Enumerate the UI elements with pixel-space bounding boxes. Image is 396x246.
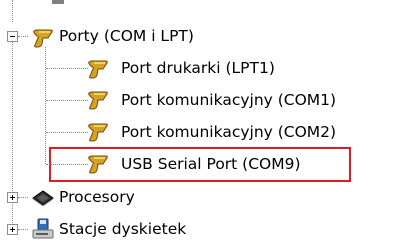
tree-line-ports-children	[45, 47, 46, 164]
port-icon	[85, 118, 111, 144]
expand-processors-toggle[interactable]	[7, 192, 18, 203]
floppy-drive-icon	[30, 216, 56, 242]
tree-line-port-1	[46, 68, 88, 69]
partial-item-icon	[44, 0, 70, 10]
tree-line-ports	[18, 36, 28, 37]
tree-line-port-3	[46, 132, 88, 133]
tree-line-floppy	[18, 229, 28, 230]
tree-item-label: Stacje dyskietek	[59, 220, 187, 238]
tree-line-processors	[18, 197, 28, 198]
port-icon	[85, 150, 111, 176]
tree-item-label: Port komunikacyjny (COM2)	[121, 123, 337, 141]
tree-line-port-2	[46, 100, 88, 101]
collapse-ports-toggle[interactable]	[7, 31, 18, 42]
tree-item-label: Port drukarki (LPT1)	[121, 59, 275, 77]
port-icon	[85, 86, 111, 112]
expand-floppy-toggle[interactable]	[7, 224, 18, 235]
tree-item-label: Procesory	[59, 188, 135, 206]
port-icon	[85, 55, 111, 81]
tree-line-top	[12, 0, 13, 22]
device-manager-tree: Porty (COM i LPT) Port drukarki (LPT1) P…	[0, 0, 396, 246]
tree-item-label: USB Serial Port (COM9)	[121, 155, 301, 173]
processor-chip-icon	[30, 185, 56, 211]
port-icon	[30, 24, 56, 50]
tree-item-label: Port komunikacyjny (COM1)	[121, 91, 337, 109]
tree-item-label: Porty (COM i LPT)	[59, 27, 194, 45]
tree-line-port-4	[46, 164, 88, 165]
